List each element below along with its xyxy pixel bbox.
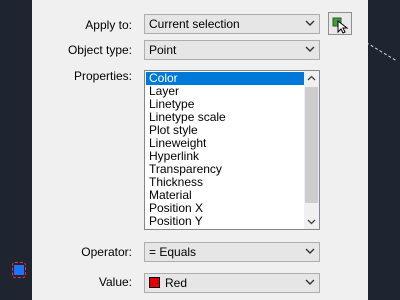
object-type-dropdown[interactable]: Point: [144, 40, 320, 60]
properties-scrollbar[interactable]: [304, 71, 319, 229]
chevron-down-icon: [305, 248, 315, 254]
apply-to-dropdown[interactable]: Current selection: [144, 14, 320, 34]
apply-to-value: Current selection: [149, 17, 240, 31]
operator-label: Operator:: [81, 245, 132, 259]
point-object[interactable]: [14, 265, 24, 275]
red-color-swatch: [149, 277, 160, 288]
operator-value: = Equals: [149, 245, 197, 259]
scroll-down-icon[interactable]: [304, 214, 319, 229]
value-text: Red: [165, 276, 188, 290]
properties-label: Properties:: [73, 69, 132, 83]
operator-dropdown[interactable]: = Equals: [144, 242, 320, 262]
select-objects-button[interactable]: [328, 12, 352, 35]
scrollbar-thumb[interactable]: [305, 87, 318, 203]
value-label: Value:: [98, 275, 132, 289]
chevron-down-icon: [305, 279, 315, 285]
quick-select-dialog: Apply to: Current selection Object type:…: [32, 0, 368, 300]
chevron-down-icon: [305, 20, 315, 26]
object-type-label: Object type:: [67, 43, 132, 57]
value-dropdown[interactable]: Red: [144, 273, 320, 293]
properties-listbox[interactable]: Color Layer Linetype Linetype scale Plot…: [144, 70, 320, 230]
object-type-value: Point: [149, 43, 177, 57]
chevron-down-icon: [305, 46, 315, 52]
property-item[interactable]: Position Y: [146, 215, 304, 228]
properties-list: Color Layer Linetype Linetype scale Plot…: [146, 72, 304, 228]
scroll-up-icon[interactable]: [304, 71, 319, 86]
apply-to-label: Apply to:: [85, 18, 132, 32]
select-objects-icon: [332, 17, 349, 34]
